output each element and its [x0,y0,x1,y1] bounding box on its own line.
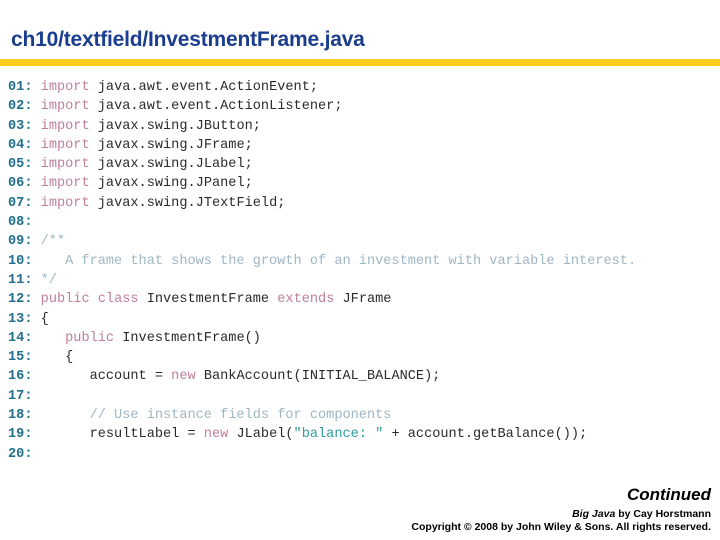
code-token-kw: import [40,157,90,173]
code-token-cmt: A frame that shows the growth of an inve… [32,253,637,269]
code-token-cmt: */ [32,272,57,288]
book-author: by Cay Horstmann [615,508,711,520]
code-token-kw: extends [277,292,335,308]
code-line: 03: import javax.swing.JButton; [8,117,714,136]
continued-label: Continued [626,485,711,504]
line-number: 11: [8,272,33,288]
code-line: 15: { [8,348,714,367]
page-title: ch10/textfield/InvestmentFrame.java [11,28,365,51]
line-number: 04: [8,137,33,153]
code-token-cmt: /** [32,234,66,250]
code-line: 10: A frame that shows the growth of an … [8,252,714,271]
code-token-plain: javax.swing.JFrame; [89,137,253,153]
line-number: 19: [8,427,33,443]
code-token-kw: import [40,195,90,211]
code-token-kw: import [40,80,90,95]
title-divider [0,59,720,66]
code-token-cmt: // Use instance fields for components [32,408,392,424]
line-number: 01: [8,80,33,95]
code-token-plain: java.awt.event.ActionEvent; [89,80,319,95]
code-token-plain: javax.swing.JTextField; [89,195,286,211]
code-token-plain: { [32,311,49,327]
line-number: 05: [8,157,33,173]
line-number: 15: [8,350,33,366]
book-title: Big Java [572,508,616,520]
code-line: 04: import javax.swing.JFrame; [8,136,714,155]
code-token-plain: { [32,350,74,366]
slide-header: ch10/textfield/InvestmentFrame.java [0,0,720,68]
line-number: 02: [8,99,33,115]
code-token-str: "balance: " [293,427,384,443]
code-token-plain: resultLabel = [32,427,204,443]
code-token-plain: InvestmentFrame() [114,330,261,346]
line-number: 16: [8,369,33,385]
code-line: 12: public class InvestmentFrame extends… [8,290,714,309]
line-number: 03: [8,118,33,134]
line-number: 17: [8,388,33,404]
code-token-plain: account = [32,369,172,385]
copyright-notice: Copyright © 2008 by John Wiley & Sons. A… [411,521,711,533]
line-number: 06: [8,176,33,192]
line-number: 07: [8,195,33,211]
code-token-kw: import [40,99,90,115]
code-token-kw: import [40,118,90,134]
code-token-plain: java.awt.event.ActionListener; [89,99,343,115]
line-number: 14: [8,330,33,346]
code-token-kw: public class [40,292,139,308]
code-line: 11: */ [8,271,714,290]
code-token-plain: javax.swing.JButton; [89,118,261,134]
book-credit: Big Java by Cay Horstmann [411,508,711,521]
line-number: 13: [8,311,33,327]
line-number: 08: [8,215,33,231]
line-number: 09: [8,234,33,250]
code-line: 06: import javax.swing.JPanel; [8,174,714,193]
code-token-kw: new [203,427,229,443]
code-token-plain: JFrame [334,292,392,308]
line-number: 18: [8,408,33,424]
code-token-kw: import [40,137,90,153]
slide-footer: Continued Big Java by Cay Horstmann Copy… [411,485,711,534]
code-token-plain: javax.swing.JPanel; [89,176,253,192]
code-line: 01: import java.awt.event.ActionEvent; [8,78,714,97]
code-line: 07: import javax.swing.JTextField; [8,194,714,213]
code-line: 18: // Use instance fields for component… [8,406,714,425]
code-line: 05: import javax.swing.JLabel; [8,155,714,174]
code-line: 02: import java.awt.event.ActionListener… [8,97,714,116]
code-line: 16: account = new BankAccount(INITIAL_BA… [8,367,714,386]
code-token-kw: public [65,330,115,346]
code-token-plain: JLabel( [228,427,294,443]
line-number: 20: [8,446,33,462]
code-line: 19: resultLabel = new JLabel("balance: "… [8,425,714,444]
line-number: 10: [8,253,33,269]
code-token-kw: new [171,369,196,385]
code-line: 09: /** [8,232,714,251]
code-line: 13: { [8,310,714,329]
code-token-kw: import [40,176,90,192]
code-line: 20: [8,445,714,464]
code-line: 17: [8,387,714,406]
code-listing: 01: import java.awt.event.ActionEvent; 02… [8,78,714,464]
code-token-plain: InvestmentFrame [138,292,278,308]
line-number: 12: [8,292,33,308]
code-line: 14: public InvestmentFrame() [8,329,714,348]
code-token-plain: javax.swing.JLabel; [89,157,253,173]
code-token-plain: + account.getBalance()); [383,427,588,443]
code-token-plain: BankAccount(INITIAL_BALANCE); [195,369,441,385]
code-line: 08: [8,213,714,232]
